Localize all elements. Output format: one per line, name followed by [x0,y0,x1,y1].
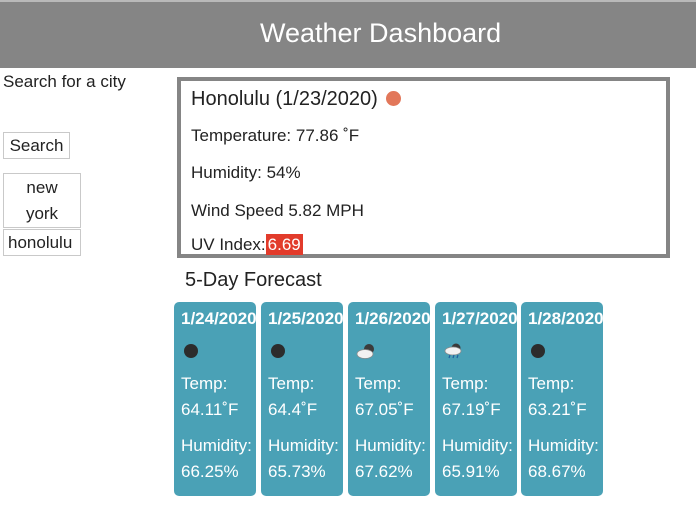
forecast-temp: 67.19˚F [442,400,501,419]
forecast-temp-label: Temp: [355,374,402,393]
current-humidity: Humidity: 54% [191,163,301,182]
current-weather-panel: Honolulu (1/23/2020) Temperature: 77.86 … [177,77,670,258]
forecast-humidity-label: Humidity: [181,436,252,455]
forecast-date: 1/25/2020 [268,309,343,328]
forecast-humidity: 68.67% [528,462,586,481]
forecast-card: 1/26/2020 Temp: 67.05˚F Humidity: 67.62% [348,302,430,496]
forecast-date: 1/28/2020 [528,309,603,328]
current-uv-index: UV Index: 6.69 [191,234,303,255]
app-header: Weather Dashboard [0,0,696,68]
forecast-temp: 63.21˚F [528,400,587,419]
rain-cloud-icon [444,343,462,359]
forecast-humidity-label: Humidity: [442,436,513,455]
clear-night-icon [184,344,198,358]
current-city-title: Honolulu (1/23/2020) [191,88,401,111]
search-button[interactable]: Search [3,132,70,159]
current-temperature: Temperature: 77.86 ˚F [191,126,360,145]
uv-label: UV Index: [191,235,266,254]
forecast-temp: 64.11˚F [181,400,239,419]
search-label: Search for a city [3,72,126,91]
forecast-temp-label: Temp: [268,374,315,393]
forecast-card: 1/25/2020 Temp: 64.4˚F Humidity: 65.73% [261,302,343,496]
forecast-date: 1/26/2020 [355,309,430,328]
forecast-card: 1/27/2020 Temp: 67.19˚F Humidity: 65.91% [435,302,517,496]
forecast-date: 1/24/2020 [181,309,256,328]
forecast-temp-label: Temp: [442,374,489,393]
forecast-humidity-label: Humidity: [528,436,599,455]
clear-night-icon [271,344,285,358]
forecast-temp: 64.4˚F [268,400,318,419]
forecast-card: 1/28/2020 Temp: 63.21˚F Humidity: 68.67% [521,302,603,496]
city-date-heading: Honolulu (1/23/2020) [191,88,378,110]
clear-night-icon [531,344,545,358]
forecast-humidity: 66.25% [181,462,239,481]
forecast-title: 5-Day Forecast [185,269,322,291]
forecast-humidity-label: Humidity: [268,436,339,455]
forecast-temp: 67.05˚F [355,400,414,419]
current-wind-speed: Wind Speed 5.82 MPH [191,201,364,220]
history-city-button[interactable]: new york [3,173,81,228]
forecast-humidity: 65.91% [442,462,500,481]
forecast-card: 1/24/2020 Temp: 64.11˚F Humidity: 66.25% [174,302,256,496]
forecast-temp-label: Temp: [181,374,228,393]
page-title: Weather Dashboard [260,18,502,48]
history-city-button[interactable]: honolulu [3,229,81,256]
forecast-humidity: 67.62% [355,462,413,481]
uv-value-badge: 6.69 [265,234,303,255]
forecast-date: 1/27/2020 [442,309,517,328]
forecast-humidity-label: Humidity: [355,436,426,455]
forecast-humidity: 65.73% [268,462,326,481]
partly-cloudy-icon [356,344,374,359]
sun-icon [385,90,401,106]
forecast-temp-label: Temp: [528,374,575,393]
